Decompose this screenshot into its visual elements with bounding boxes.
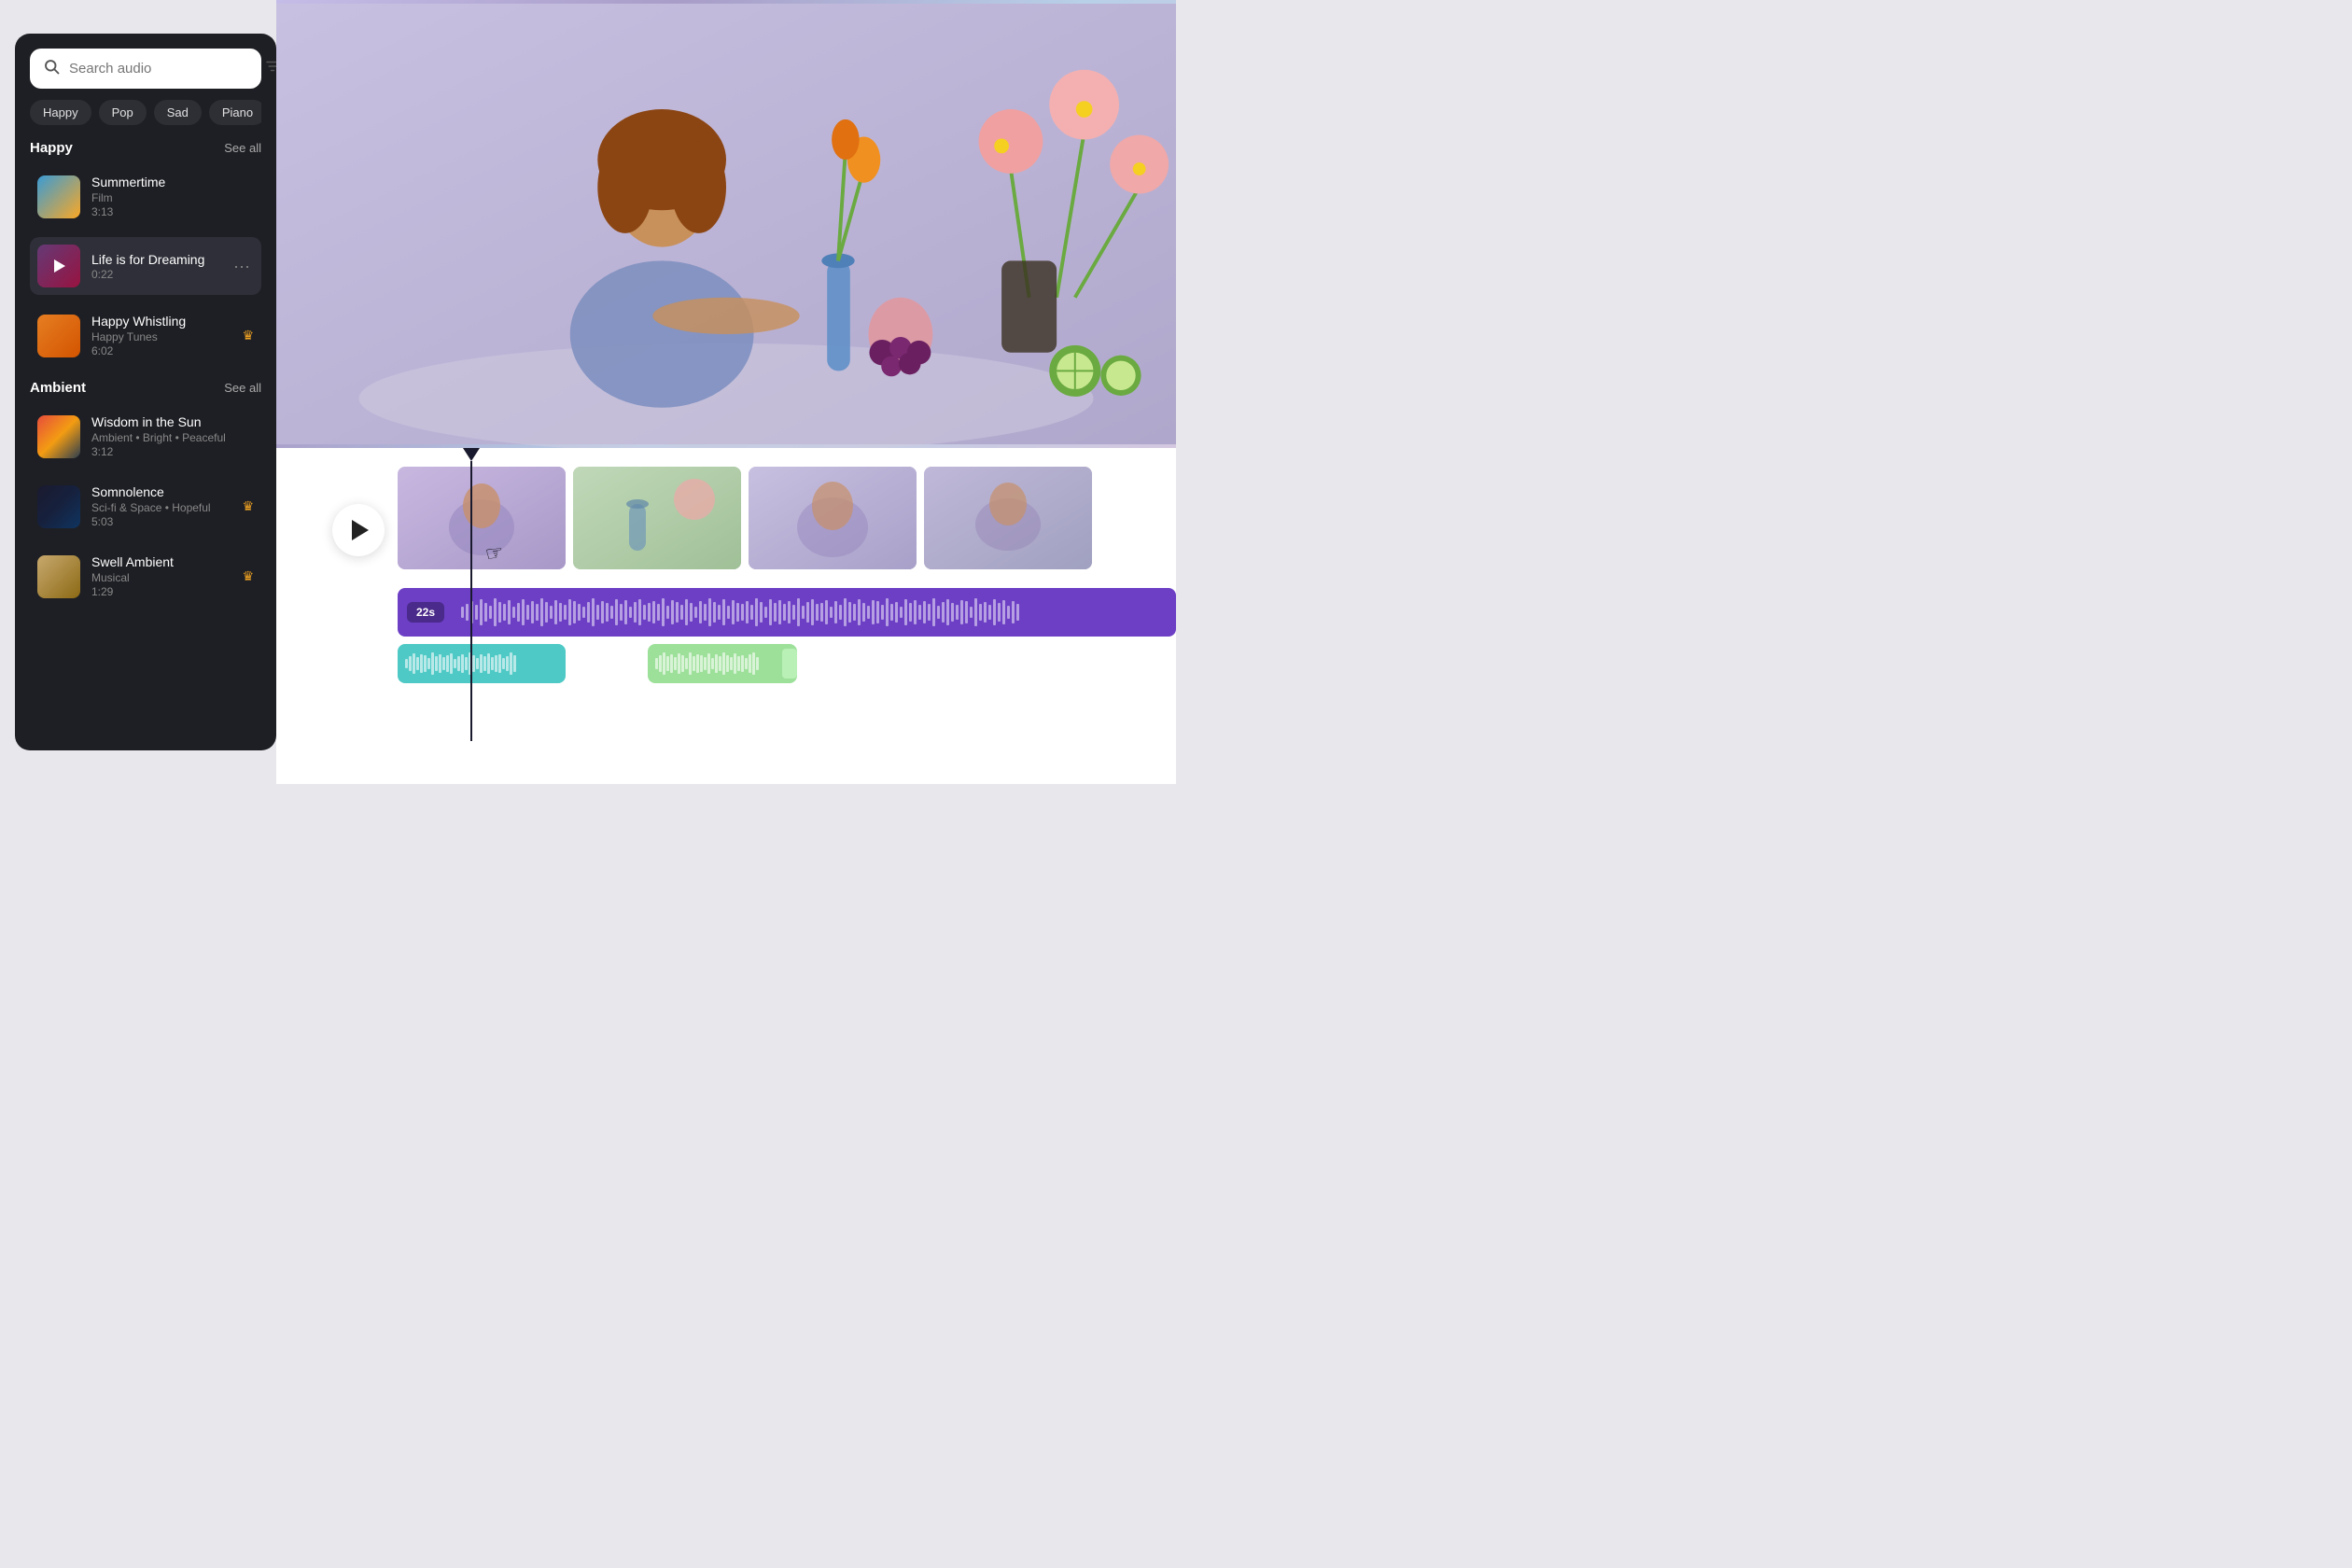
track-genre-somnolence: Sci-fi & Space • Hopeful (91, 501, 231, 514)
track-handle-green[interactable] (782, 649, 797, 679)
play-button[interactable] (332, 504, 385, 556)
track-name-whistling: Happy Whistling (91, 314, 231, 329)
track-duration-wisdom: 3:12 (91, 445, 254, 458)
track-genre-whistling: Happy Tunes (91, 330, 231, 343)
thumbnail-1 (398, 467, 566, 569)
track-more-dreaming[interactable]: ··· (230, 253, 254, 280)
thumbnail-4 (924, 467, 1092, 569)
video-preview (276, 0, 1176, 448)
timeline-area: 22s ☞ (276, 448, 1176, 784)
waveform-purple (454, 588, 1176, 637)
track-name-wisdom: Wisdom in the Sun (91, 414, 254, 429)
track-info-wisdom: Wisdom in the Sun Ambient • Bright • Pea… (91, 414, 254, 458)
tag-piano[interactable]: Piano (209, 100, 261, 125)
search-bar (30, 49, 261, 89)
tag-sad[interactable]: Sad (154, 100, 202, 125)
track-somnolence[interactable]: Somnolence Sci-fi & Space • Hopeful 5:03… (30, 477, 261, 536)
video-scene-svg (276, 0, 1176, 448)
search-input[interactable] (69, 61, 255, 77)
ambient-section-header: Ambient See all (30, 380, 261, 396)
track-info-swell: Swell Ambient Musical 1:29 (91, 554, 231, 598)
audio-track-green[interactable] (648, 644, 797, 683)
track-thumb-somnolence (37, 485, 80, 528)
search-icon (43, 58, 60, 79)
track-info-dreaming: Life is for Dreaming 0:22 (91, 252, 218, 281)
track-swell[interactable]: Swell Ambient Musical 1:29 ♛ (30, 547, 261, 606)
track-name-somnolence: Somnolence (91, 484, 231, 499)
happy-section-header: Happy See all (30, 140, 261, 156)
track-info-whistling: Happy Whistling Happy Tunes 6:02 (91, 314, 231, 357)
thumbnails-strip (398, 467, 1176, 579)
editor-panel: 22s ☞ (276, 0, 1176, 784)
track-thumb-summertime (37, 175, 80, 218)
play-icon (352, 520, 369, 540)
filter-icon[interactable] (264, 58, 276, 79)
track-thumb-dreaming (37, 245, 80, 287)
tag-happy[interactable]: Happy (30, 100, 91, 125)
track-summertime[interactable]: Summertime Film 3:13 (30, 167, 261, 226)
audio-track-main[interactable]: 22s (398, 588, 1176, 637)
track-name-dreaming: Life is for Dreaming (91, 252, 218, 267)
track-genre-summertime: Film (91, 191, 254, 204)
waveform-green (648, 644, 766, 683)
track-wisdom[interactable]: Wisdom in the Sun Ambient • Bright • Pea… (30, 407, 261, 466)
tags-row: Happy Pop Sad Piano Jazz Bi› (30, 100, 261, 125)
ambient-section-title: Ambient (30, 380, 86, 396)
thumbnail-3 (749, 467, 917, 569)
track-duration-somnolence: 5:03 (91, 515, 231, 528)
track-duration-whistling: 6:02 (91, 344, 231, 357)
track-dreaming[interactable]: Life is for Dreaming 0:22 ··· (30, 237, 261, 295)
track-duration-swell: 1:29 (91, 585, 231, 598)
premium-icon-somnolence: ♛ (242, 498, 254, 514)
thumbnail-2 (573, 467, 741, 569)
premium-icon-swell: ♛ (242, 568, 254, 584)
premium-icon-whistling: ♛ (242, 328, 254, 343)
waveform-teal (398, 644, 524, 683)
track-whistling[interactable]: Happy Whistling Happy Tunes 6:02 ♛ (30, 306, 261, 365)
happy-section-title: Happy (30, 140, 73, 156)
audio-badge: 22s (407, 602, 444, 623)
playhead-marker (463, 448, 480, 461)
tag-pop[interactable]: Pop (99, 100, 147, 125)
bottom-tracks (398, 644, 1176, 683)
track-genre-wisdom: Ambient • Bright • Peaceful (91, 431, 254, 444)
playhead-line (470, 461, 472, 741)
track-name-summertime: Summertime (91, 175, 254, 189)
track-info-summertime: Summertime Film 3:13 (91, 175, 254, 218)
audio-track-teal[interactable] (398, 644, 566, 683)
play-overlay-dreaming (37, 245, 80, 287)
track-info-somnolence: Somnolence Sci-fi & Space • Hopeful 5:03 (91, 484, 231, 528)
playhead (463, 448, 480, 741)
ambient-see-all[interactable]: See all (224, 381, 261, 395)
play-icon-dreaming (54, 259, 65, 273)
track-name-swell: Swell Ambient (91, 554, 231, 569)
track-thumb-whistling (37, 315, 80, 357)
track-duration-dreaming: 0:22 (91, 268, 218, 281)
track-duration-summertime: 3:13 (91, 205, 254, 218)
happy-see-all[interactable]: See all (224, 141, 261, 155)
audio-library-panel: Happy Pop Sad Piano Jazz Bi› Happy See a… (15, 34, 276, 750)
track-genre-swell: Musical (91, 571, 231, 584)
track-thumb-wisdom (37, 415, 80, 458)
track-thumb-swell (37, 555, 80, 598)
